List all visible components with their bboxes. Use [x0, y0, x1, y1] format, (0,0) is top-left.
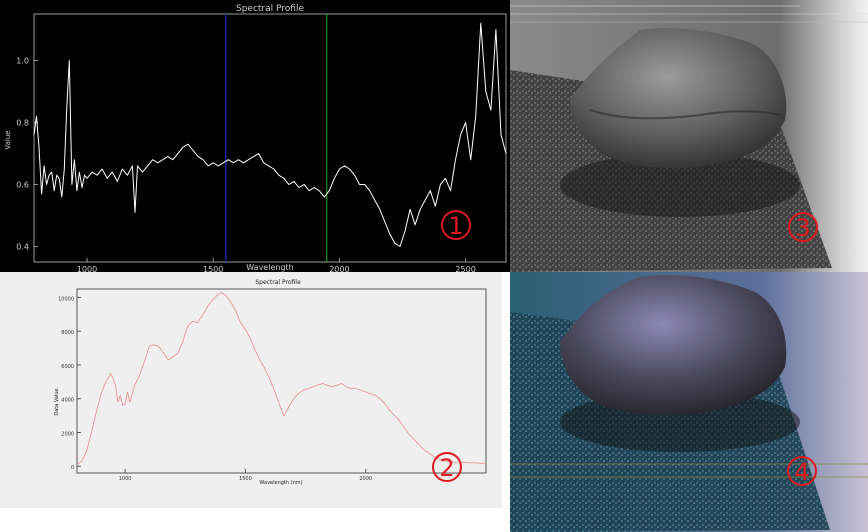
chart-2-y-axis-label: Data Value	[54, 388, 60, 415]
y-tick-label: 10000	[58, 296, 74, 302]
annotation-1-label: 1	[448, 212, 463, 240]
chart-1-x-axis-label: Wavelength	[246, 263, 293, 272]
x-tick-label: 1000	[77, 265, 97, 272]
y-tick-label: 0.4	[16, 243, 29, 252]
x-tick-label: 2000	[329, 265, 349, 272]
chart-1-svg: Spectral Profile Value Wavelength 1000 15…	[0, 0, 510, 272]
chart-2-svg: Spectral Profile Data Value Wavelength (…	[0, 272, 502, 508]
chart-2-title: Spectral Profile	[255, 279, 301, 286]
x-tick-label: 1500	[203, 265, 223, 272]
x-tick-label: 2000	[359, 476, 372, 482]
grayscale-photo-svg: 3	[510, 0, 868, 272]
y-tick-label: 0	[71, 465, 74, 471]
x-tick-label: 2500	[455, 265, 475, 272]
y-tick-label: 8000	[61, 330, 74, 336]
annotation-4-label: 4	[794, 458, 809, 486]
annotation-2-label: 2	[439, 454, 454, 482]
color-photo-svg: 4	[510, 272, 868, 532]
y-tick-label: 6000	[61, 364, 74, 370]
chart-2-x-axis-label: Wavelength (nm)	[259, 480, 302, 486]
color-sample-photo: 4	[510, 272, 868, 532]
grayscale-sample-photo: 3	[510, 0, 868, 272]
chart-1-title: Spectral Profile	[236, 4, 304, 14]
x-tick-label: 1000	[119, 476, 132, 482]
spectral-profile-chart-2: Spectral Profile Data Value Wavelength (…	[0, 272, 502, 508]
y-tick-label: 2000	[61, 431, 74, 437]
y-tick-label: 4000	[61, 398, 74, 404]
y-tick-label: 0.8	[16, 119, 29, 128]
chart-1-y-axis-label: Value	[4, 130, 12, 149]
annotation-3-label: 3	[795, 214, 810, 242]
y-tick-label: 0.6	[16, 181, 29, 190]
y-tick-label: 1.0	[16, 57, 29, 66]
spectral-profile-chart-1: Spectral Profile Value Wavelength 1000 15…	[0, 0, 510, 272]
x-tick-label: 1500	[239, 476, 252, 482]
